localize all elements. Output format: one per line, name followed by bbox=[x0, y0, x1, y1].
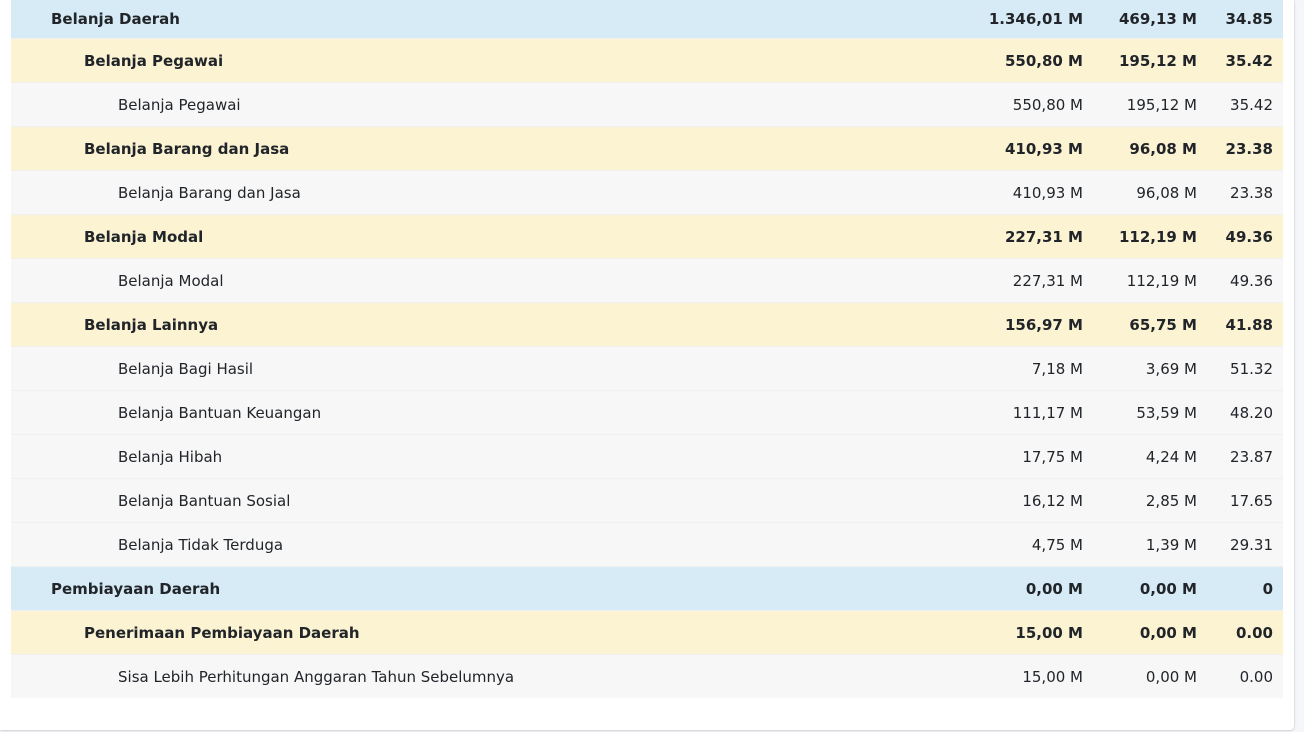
row-anggaran: 15,00 M bbox=[957, 654, 1093, 698]
row-name: Belanja Bantuan Sosial bbox=[11, 478, 957, 523]
row-name: Belanja Daerah bbox=[11, 0, 957, 39]
row-name: Belanja Pegawai bbox=[11, 38, 957, 83]
row-name: Belanja Modal bbox=[11, 214, 957, 259]
row-realisasi: 53,59 M bbox=[1093, 390, 1207, 435]
row-anggaran: 410,93 M bbox=[957, 126, 1093, 171]
row-anggaran: 4,75 M bbox=[957, 522, 1093, 567]
row-name: Belanja Tidak Terduga bbox=[11, 522, 957, 567]
budget-table-body: Belanja Daerah 1.346,01 M 469,13 M 34.85… bbox=[11, 0, 1283, 698]
row-realisasi: 2,85 M bbox=[1093, 478, 1207, 523]
table-row: Belanja Pegawai 550,80 M 195,12 M 35.42 bbox=[11, 82, 1283, 127]
row-name: Belanja Hibah bbox=[11, 434, 957, 479]
table-row: Belanja Barang dan Jasa 410,93 M 96,08 M… bbox=[11, 170, 1283, 215]
row-name: Belanja Lainnya bbox=[11, 302, 957, 347]
row-persen: 0.00 bbox=[1207, 610, 1283, 655]
row-persen: 51.32 bbox=[1207, 346, 1283, 391]
row-realisasi: 469,13 M bbox=[1093, 0, 1207, 39]
row-anggaran: 550,80 M bbox=[957, 38, 1093, 83]
row-realisasi: 112,19 M bbox=[1093, 214, 1207, 259]
table-row: Belanja Bantuan Keuangan 111,17 M 53,59 … bbox=[11, 390, 1283, 435]
row-persen: 48.20 bbox=[1207, 390, 1283, 435]
budget-card: Belanja Daerah 1.346,01 M 469,13 M 34.85… bbox=[0, 0, 1294, 730]
row-name: Pembiayaan Daerah bbox=[11, 566, 957, 611]
table-row: Pembiayaan Daerah 0,00 M 0,00 M 0 bbox=[11, 566, 1283, 611]
table-row: Sisa Lebih Perhitungan Anggaran Tahun Se… bbox=[11, 654, 1283, 698]
row-name: Belanja Barang dan Jasa bbox=[11, 170, 957, 215]
table-row: Belanja Barang dan Jasa 410,93 M 96,08 M… bbox=[11, 126, 1283, 171]
row-realisasi: 0,00 M bbox=[1093, 654, 1207, 698]
row-anggaran: 15,00 M bbox=[957, 610, 1093, 655]
row-realisasi: 0,00 M bbox=[1093, 610, 1207, 655]
row-realisasi: 0,00 M bbox=[1093, 566, 1207, 611]
table-row: Belanja Hibah 17,75 M 4,24 M 23.87 bbox=[11, 434, 1283, 479]
row-anggaran: 7,18 M bbox=[957, 346, 1093, 391]
row-realisasi: 195,12 M bbox=[1093, 82, 1207, 127]
row-name: Sisa Lebih Perhitungan Anggaran Tahun Se… bbox=[11, 654, 957, 698]
row-anggaran: 550,80 M bbox=[957, 82, 1093, 127]
row-realisasi: 3,69 M bbox=[1093, 346, 1207, 391]
row-realisasi: 96,08 M bbox=[1093, 126, 1207, 171]
row-realisasi: 96,08 M bbox=[1093, 170, 1207, 215]
row-anggaran: 227,31 M bbox=[957, 258, 1093, 303]
row-anggaran: 111,17 M bbox=[957, 390, 1093, 435]
row-anggaran: 156,97 M bbox=[957, 302, 1093, 347]
row-realisasi: 195,12 M bbox=[1093, 38, 1207, 83]
row-name: Belanja Pegawai bbox=[11, 82, 957, 127]
row-realisasi: 4,24 M bbox=[1093, 434, 1207, 479]
table-row: Penerimaan Pembiayaan Daerah 15,00 M 0,0… bbox=[11, 610, 1283, 655]
row-persen: 0 bbox=[1207, 566, 1283, 611]
row-name: Belanja Modal bbox=[11, 258, 957, 303]
row-persen: 34.85 bbox=[1207, 0, 1283, 39]
row-anggaran: 16,12 M bbox=[957, 478, 1093, 523]
table-row: Belanja Daerah 1.346,01 M 469,13 M 34.85 bbox=[11, 0, 1283, 39]
row-realisasi: 65,75 M bbox=[1093, 302, 1207, 347]
row-anggaran: 1.346,01 M bbox=[957, 0, 1093, 39]
row-anggaran: 410,93 M bbox=[957, 170, 1093, 215]
table-row: Belanja Modal 227,31 M 112,19 M 49.36 bbox=[11, 258, 1283, 303]
row-name: Belanja Bantuan Keuangan bbox=[11, 390, 957, 435]
table-row: Belanja Pegawai 550,80 M 195,12 M 35.42 bbox=[11, 38, 1283, 83]
budget-table: Belanja Daerah 1.346,01 M 469,13 M 34.85… bbox=[11, 0, 1283, 698]
row-realisasi: 1,39 M bbox=[1093, 522, 1207, 567]
row-realisasi: 112,19 M bbox=[1093, 258, 1207, 303]
table-row: Belanja Bantuan Sosial 16,12 M 2,85 M 17… bbox=[11, 478, 1283, 523]
row-persen: 35.42 bbox=[1207, 38, 1283, 83]
table-row: Belanja Tidak Terduga 4,75 M 1,39 M 29.3… bbox=[11, 522, 1283, 567]
row-name: Penerimaan Pembiayaan Daerah bbox=[11, 610, 957, 655]
table-row: Belanja Modal 227,31 M 112,19 M 49.36 bbox=[11, 214, 1283, 259]
row-name: Belanja Bagi Hasil bbox=[11, 346, 957, 391]
row-name: Belanja Barang dan Jasa bbox=[11, 126, 957, 171]
row-persen: 35.42 bbox=[1207, 82, 1283, 127]
row-persen: 17.65 bbox=[1207, 478, 1283, 523]
row-persen: 23.38 bbox=[1207, 170, 1283, 215]
row-persen: 49.36 bbox=[1207, 214, 1283, 259]
row-anggaran: 17,75 M bbox=[957, 434, 1093, 479]
row-persen: 0.00 bbox=[1207, 654, 1283, 698]
row-anggaran: 0,00 M bbox=[957, 566, 1093, 611]
row-persen: 49.36 bbox=[1207, 258, 1283, 303]
row-persen: 41.88 bbox=[1207, 302, 1283, 347]
table-row: Belanja Lainnya 156,97 M 65,75 M 41.88 bbox=[11, 302, 1283, 347]
row-persen: 23.38 bbox=[1207, 126, 1283, 171]
row-persen: 23.87 bbox=[1207, 434, 1283, 479]
row-persen: 29.31 bbox=[1207, 522, 1283, 567]
table-row: Belanja Bagi Hasil 7,18 M 3,69 M 51.32 bbox=[11, 346, 1283, 391]
row-anggaran: 227,31 M bbox=[957, 214, 1093, 259]
